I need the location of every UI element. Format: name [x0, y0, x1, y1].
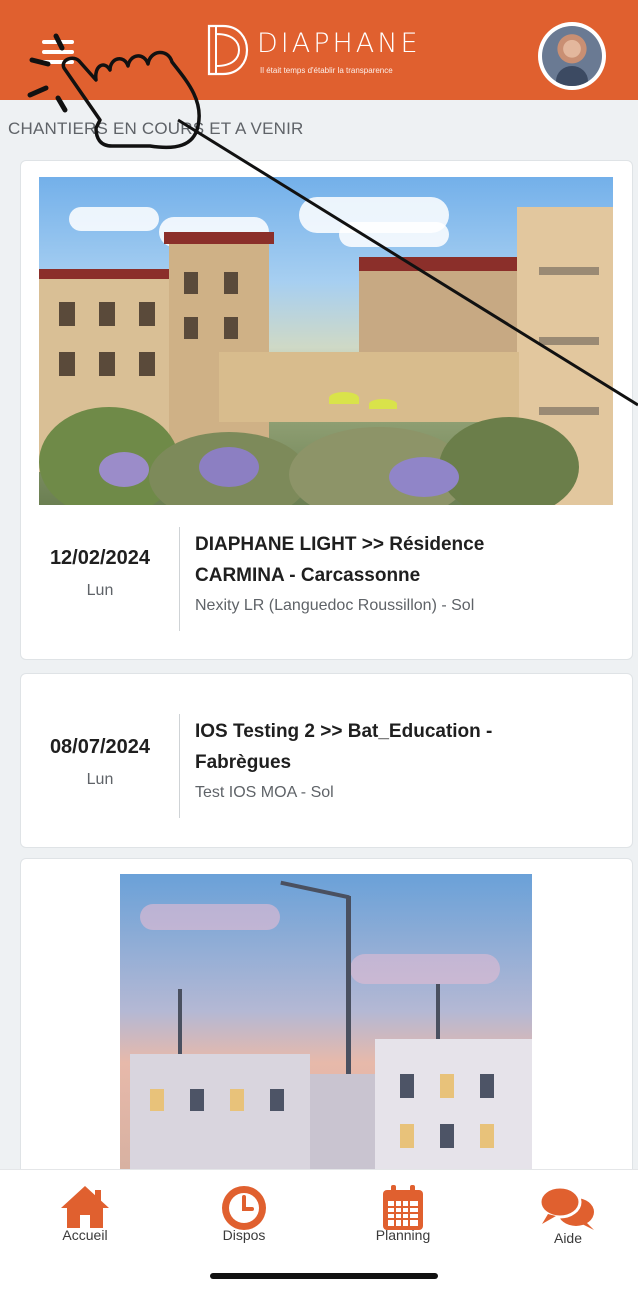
app-screen: DIAPHANE Il était temps d'établir la tra…: [0, 0, 638, 1293]
date: 08/07/2024: [49, 736, 151, 758]
home-icon: [61, 1186, 109, 1228]
nav-label: Dispos: [222, 1227, 266, 1243]
clock-icon: [222, 1186, 266, 1230]
day: Lun: [86, 771, 114, 788]
nav-label: Accueil: [62, 1227, 108, 1243]
section-title: CHANTIERS EN COURS ET A VENIR: [8, 119, 304, 138]
menu-bar-top: [42, 40, 74, 44]
logo-d-icon: [207, 24, 249, 76]
menu-bar-bottom: [42, 60, 74, 64]
project-subtitle: Nexity LR (Languedoc Roussillon) - Sol: [195, 597, 475, 614]
divider: [179, 714, 180, 818]
date: 12/02/2024: [49, 547, 151, 569]
chat-bubbles-icon: [538, 1185, 594, 1230]
nav-label: Planning: [375, 1227, 431, 1243]
project-title-line1: IOS Testing 2 >> Bat_Education -: [195, 721, 493, 742]
day: Lun: [86, 582, 114, 599]
nav-item-planning[interactable]: Planning: [343, 1170, 463, 1270]
project-card[interactable]: 12/02/2024 Lun DIAPHANE LIGHT >> Résiden…: [20, 160, 633, 660]
nav-item-dispos[interactable]: Dispos: [184, 1170, 304, 1270]
project-title-line2: Fabrègues: [195, 752, 292, 773]
user-avatar[interactable]: [538, 22, 606, 90]
date-block: 08/07/2024 Lun: [21, 736, 179, 789]
project-subtitle: Test IOS MOA - Sol: [195, 784, 334, 801]
menu-bar-middle: [42, 50, 74, 54]
project-title-line1: DIAPHANE LIGHT >> Résidence: [195, 534, 485, 555]
project-photo: [39, 177, 613, 505]
project-card[interactable]: 08/07/2024 Lun IOS Testing 2 >> Bat_Educ…: [20, 673, 633, 848]
project-info: IOS Testing 2 >> Bat_Education - Fabrègu…: [195, 716, 605, 802]
nav-label: Aide: [553, 1230, 583, 1246]
home-indicator: [210, 1273, 438, 1279]
nav-item-accueil[interactable]: Accueil: [25, 1170, 145, 1270]
project-title-line2: CARMINA - Carcassonne: [195, 565, 421, 586]
logo-text: DIAPHANE: [257, 28, 421, 59]
divider: [179, 527, 180, 631]
avatar-photo: [542, 26, 602, 86]
app-logo: DIAPHANE Il était temps d'établir la tra…: [205, 22, 445, 78]
project-card[interactable]: [20, 858, 633, 1180]
top-bar: DIAPHANE Il était temps d'établir la tra…: [0, 0, 638, 100]
calendar-icon: [383, 1185, 423, 1230]
nav-item-aide[interactable]: Aide: [508, 1170, 628, 1270]
project-info: DIAPHANE LIGHT >> Résidence CARMINA - Ca…: [195, 529, 605, 615]
hamburger-menu-icon[interactable]: [36, 34, 80, 70]
project-photo: [120, 874, 532, 1179]
logo-tagline: Il était temps d'établir la transparence: [260, 66, 393, 75]
date-block: 12/02/2024 Lun: [21, 547, 179, 600]
